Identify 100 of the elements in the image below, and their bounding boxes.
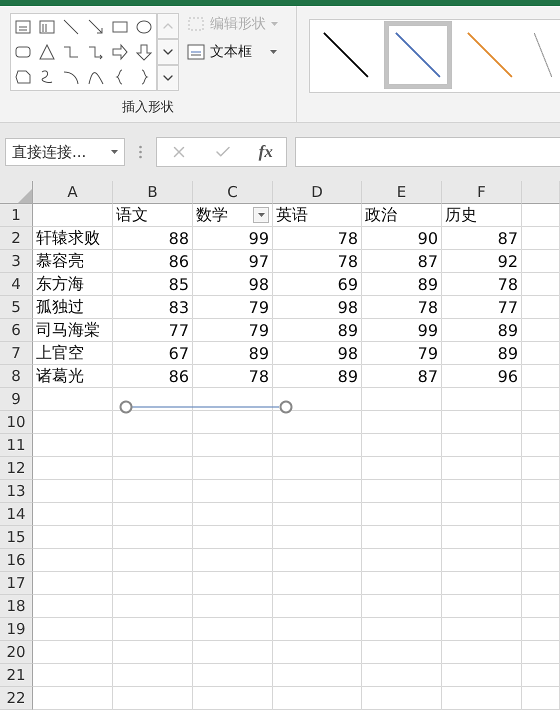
table-cell: 88 xyxy=(113,227,193,250)
row-header[interactable]: 14 xyxy=(0,503,33,526)
table-cell xyxy=(522,227,560,250)
edit-points-icon xyxy=(187,16,205,32)
table-cell: 东方海 xyxy=(33,273,113,296)
table-cell: 89 xyxy=(362,273,442,296)
row-header[interactable]: 18 xyxy=(0,595,33,618)
group-label: 插入形状 xyxy=(121,99,175,116)
caret-icon xyxy=(258,213,264,217)
line-icon[interactable] xyxy=(62,18,80,36)
table-cell: 89 xyxy=(193,342,273,365)
text-box-icon xyxy=(187,44,205,60)
table-cell: 89 xyxy=(442,319,522,342)
name-box[interactable]: 直接连接... xyxy=(5,138,125,166)
table-cell: 86 xyxy=(113,250,193,273)
row-header[interactable]: 16 xyxy=(0,549,33,572)
insert-function-button[interactable]: fx xyxy=(258,142,273,162)
table-cell: 98 xyxy=(193,273,273,296)
row-header[interactable]: 5 xyxy=(0,296,33,319)
column-header[interactable]: C xyxy=(193,181,273,204)
table-cell: 98 xyxy=(273,342,362,365)
connector-line[interactable] xyxy=(118,399,294,415)
table-cell: 77 xyxy=(442,296,522,319)
column-header[interactable]: A xyxy=(33,181,113,204)
table-cell xyxy=(522,342,560,365)
table-cell: 慕容亮 xyxy=(33,250,113,273)
row-header[interactable]: 13 xyxy=(0,480,33,503)
row-header[interactable]: 1 xyxy=(0,204,33,227)
table-cell xyxy=(522,388,560,411)
table-cell xyxy=(522,503,560,526)
table-cell: 87 xyxy=(442,227,522,250)
table-cell: 司马海棠 xyxy=(33,319,113,342)
corner-triangle-icon xyxy=(18,189,32,203)
row-header[interactable]: 6 xyxy=(0,319,33,342)
row-header[interactable]: 22 xyxy=(0,687,33,710)
formula-input[interactable] xyxy=(295,137,560,167)
scroll-down-button[interactable] xyxy=(157,39,179,65)
table-cell: 89 xyxy=(442,342,522,365)
table-cell xyxy=(522,296,560,319)
filter-button[interactable] xyxy=(253,207,269,223)
arrow-line-icon[interactable] xyxy=(86,18,105,36)
table-cell: 孤独过 xyxy=(33,296,113,319)
table-cell: 97 xyxy=(193,250,273,273)
table-cell: 79 xyxy=(362,342,442,365)
row-header[interactable]: 4 xyxy=(0,273,33,296)
table-cell: 87 xyxy=(362,365,442,388)
table-cell: 86 xyxy=(113,365,193,388)
table-cell xyxy=(522,365,560,388)
row-header[interactable]: 8 xyxy=(0,365,33,388)
vertical-text-box-icon[interactable] xyxy=(38,18,56,36)
caret-icon xyxy=(271,22,278,26)
column-header[interactable]: E xyxy=(362,181,442,204)
table-cell: 78 xyxy=(273,227,362,250)
freeform-shape-icon[interactable] xyxy=(14,68,32,86)
text-box-icon[interactable] xyxy=(14,18,32,36)
row-header[interactable]: 20 xyxy=(0,641,33,664)
table-cell xyxy=(522,664,560,687)
table-cell: 98 xyxy=(273,296,362,319)
table-cell xyxy=(522,204,560,227)
row-header[interactable]: 11 xyxy=(0,434,33,457)
triangle-icon[interactable] xyxy=(38,42,56,61)
column-header[interactable]: B xyxy=(113,181,193,204)
text-box-button[interactable]: 文本框 xyxy=(187,43,278,61)
table-cell xyxy=(522,687,560,710)
table-cell: 78 xyxy=(193,365,273,388)
row-header[interactable]: 2 xyxy=(0,227,33,250)
row-header[interactable]: 17 xyxy=(0,572,33,595)
row-header[interactable]: 19 xyxy=(0,618,33,641)
column-header[interactable]: F xyxy=(442,181,522,204)
right-arrow-icon[interactable] xyxy=(110,42,129,61)
caret-icon xyxy=(111,150,118,154)
table-cell: 67 xyxy=(113,342,193,365)
row-header[interactable]: 12 xyxy=(0,457,33,480)
more-shapes-button[interactable] xyxy=(157,65,179,91)
table-cell: 87 xyxy=(362,250,442,273)
drag-handle-icon xyxy=(139,145,142,159)
table-cell: 政治 xyxy=(362,204,442,227)
row-header[interactable]: 3 xyxy=(0,250,33,273)
table-cell xyxy=(522,273,560,296)
down-arrow-icon[interactable] xyxy=(134,42,153,61)
table-cell: 上官空 xyxy=(33,342,113,365)
row-header[interactable]: 21 xyxy=(0,664,33,687)
row-header[interactable]: 10 xyxy=(0,411,33,434)
table-cell xyxy=(522,572,560,595)
row-header[interactable]: 7 xyxy=(0,342,33,365)
table-cell: 诸葛光 xyxy=(33,365,113,388)
table-cell: 轩辕求败 xyxy=(33,227,113,250)
table-cell xyxy=(522,641,560,664)
table-cell: 92 xyxy=(442,250,522,273)
table-cell: 语文 xyxy=(113,204,193,227)
table-cell xyxy=(522,526,560,549)
column-header[interactable]: D xyxy=(273,181,362,204)
table-cell xyxy=(522,411,560,434)
row-header[interactable]: 15 xyxy=(0,526,33,549)
oval-icon[interactable] xyxy=(134,18,153,36)
table-cell: 78 xyxy=(362,296,442,319)
table-cell xyxy=(522,457,560,480)
table-cell: 历史 xyxy=(442,204,522,227)
row-header[interactable]: 9 xyxy=(0,388,33,411)
header-text: 数学 xyxy=(196,204,228,226)
